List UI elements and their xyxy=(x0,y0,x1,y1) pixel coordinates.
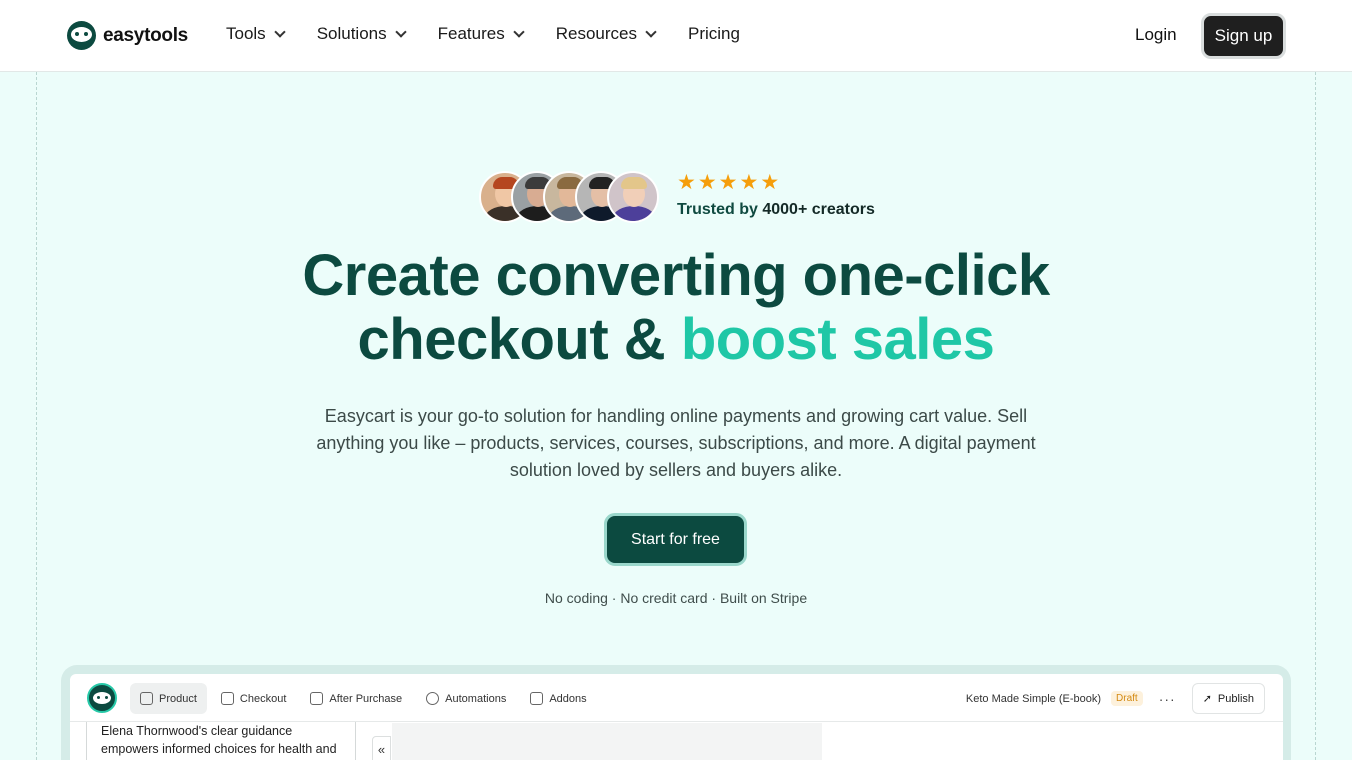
tab-label: Automations xyxy=(445,692,507,705)
nav-item-label: Pricing xyxy=(687,24,740,43)
publish-label: Publish xyxy=(1217,692,1254,705)
nav-item-label: Tools xyxy=(226,24,266,43)
tab-label: After Purchase xyxy=(329,692,403,705)
description-line: empowers informed choices for health and xyxy=(101,742,337,756)
tab-checkout[interactable]: Checkout xyxy=(211,683,296,714)
nav-item-label: Features xyxy=(437,24,505,43)
nav-item-pricing[interactable]: Pricing xyxy=(688,24,740,44)
description-line: Elena Thornwood's clear guidance xyxy=(101,724,293,738)
star-icon: ★ xyxy=(697,170,717,194)
sloth-logo-icon xyxy=(67,21,96,50)
hero-note: No coding · No credit card · Built on St… xyxy=(544,590,808,606)
start-for-free-button[interactable]: Start for free xyxy=(604,513,747,566)
tab-label: Product xyxy=(159,692,197,705)
nav-menu: Tools Solutions Features Resources Prici… xyxy=(226,24,773,44)
logo[interactable]: easytools xyxy=(67,21,188,50)
creator-avatars xyxy=(479,171,663,223)
nav-item-tools[interactable]: Tools xyxy=(226,24,286,44)
sloth-logo-icon xyxy=(87,683,117,713)
tab-automations[interactable]: Automations xyxy=(416,683,516,714)
hero-subtitle: Easycart is your go-to solution for hand… xyxy=(316,406,1036,480)
tab-product[interactable]: Product xyxy=(130,683,207,714)
app-toolbar: Product Checkout After Purchase Automati… xyxy=(70,674,1283,722)
preview-canvas xyxy=(392,723,822,760)
app-preview: Product Checkout After Purchase Automati… xyxy=(70,674,1283,760)
tab-addons[interactable]: Addons xyxy=(520,683,596,714)
nav-item-resources[interactable]: Resources xyxy=(555,24,657,44)
app-tabs: Product Checkout After Purchase Automati… xyxy=(130,683,597,714)
app-toolbar-right: Keto Made Simple (E-book) Draft ··· ➚ Pu… xyxy=(966,683,1265,714)
rocket-icon: ➚ xyxy=(1202,693,1212,705)
addons-icon xyxy=(530,692,544,705)
star-icon: ★ xyxy=(739,170,759,194)
more-options-icon[interactable]: ··· xyxy=(1153,691,1182,707)
collapse-panel-button[interactable]: « xyxy=(372,736,391,760)
headline-line1: Create converting one-click xyxy=(302,243,1050,308)
chevron-down-icon xyxy=(394,25,407,38)
headline-line2: checkout & xyxy=(357,307,666,372)
tab-label: Checkout xyxy=(239,692,287,705)
product-name: Keto Made Simple (E-book) xyxy=(965,692,1102,705)
package-icon xyxy=(310,692,324,705)
top-nav: easytools Tools Solutions Features Resou… xyxy=(0,0,1352,72)
rating-stars: ★ ★ ★ ★ ★ xyxy=(677,172,779,193)
headline-accent: boost sales xyxy=(680,307,995,372)
cart-icon xyxy=(220,692,234,705)
nav-item-solutions[interactable]: Solutions xyxy=(316,24,407,44)
signup-button[interactable]: Sign up xyxy=(1201,13,1286,59)
star-icon: ★ xyxy=(718,170,738,194)
description-editor[interactable]: Elena Thornwood's clear guidance empower… xyxy=(86,722,356,760)
logo-text: easytools xyxy=(103,24,188,46)
trusted-count: 4000+ creators xyxy=(762,201,875,218)
hero-headline: Create converting one-click checkout & b… xyxy=(0,244,1352,372)
chevron-down-icon xyxy=(645,25,657,38)
star-icon: ★ xyxy=(677,170,696,194)
login-link[interactable]: Login xyxy=(1135,25,1177,45)
nav-item-features[interactable]: Features xyxy=(437,24,525,44)
status-badge: Draft xyxy=(1111,691,1143,706)
publish-button[interactable]: ➚ Publish xyxy=(1191,683,1265,714)
star-icon: ★ xyxy=(760,170,780,194)
nav-item-label: Solutions xyxy=(316,24,387,43)
avatar xyxy=(607,171,659,223)
automation-icon xyxy=(426,692,440,705)
bag-icon xyxy=(140,692,153,705)
frame-divider-left xyxy=(36,72,37,760)
frame-divider-right xyxy=(1315,72,1316,760)
tab-after-purchase[interactable]: After Purchase xyxy=(300,683,412,714)
nav-item-label: Resources xyxy=(555,24,637,43)
chevron-down-icon xyxy=(513,25,525,38)
trusted-prefix: Trusted by xyxy=(677,201,758,218)
tab-label: Addons xyxy=(549,692,587,705)
trusted-by-text: Trusted by 4000+ creators xyxy=(677,201,875,219)
chevron-down-icon xyxy=(274,25,286,38)
